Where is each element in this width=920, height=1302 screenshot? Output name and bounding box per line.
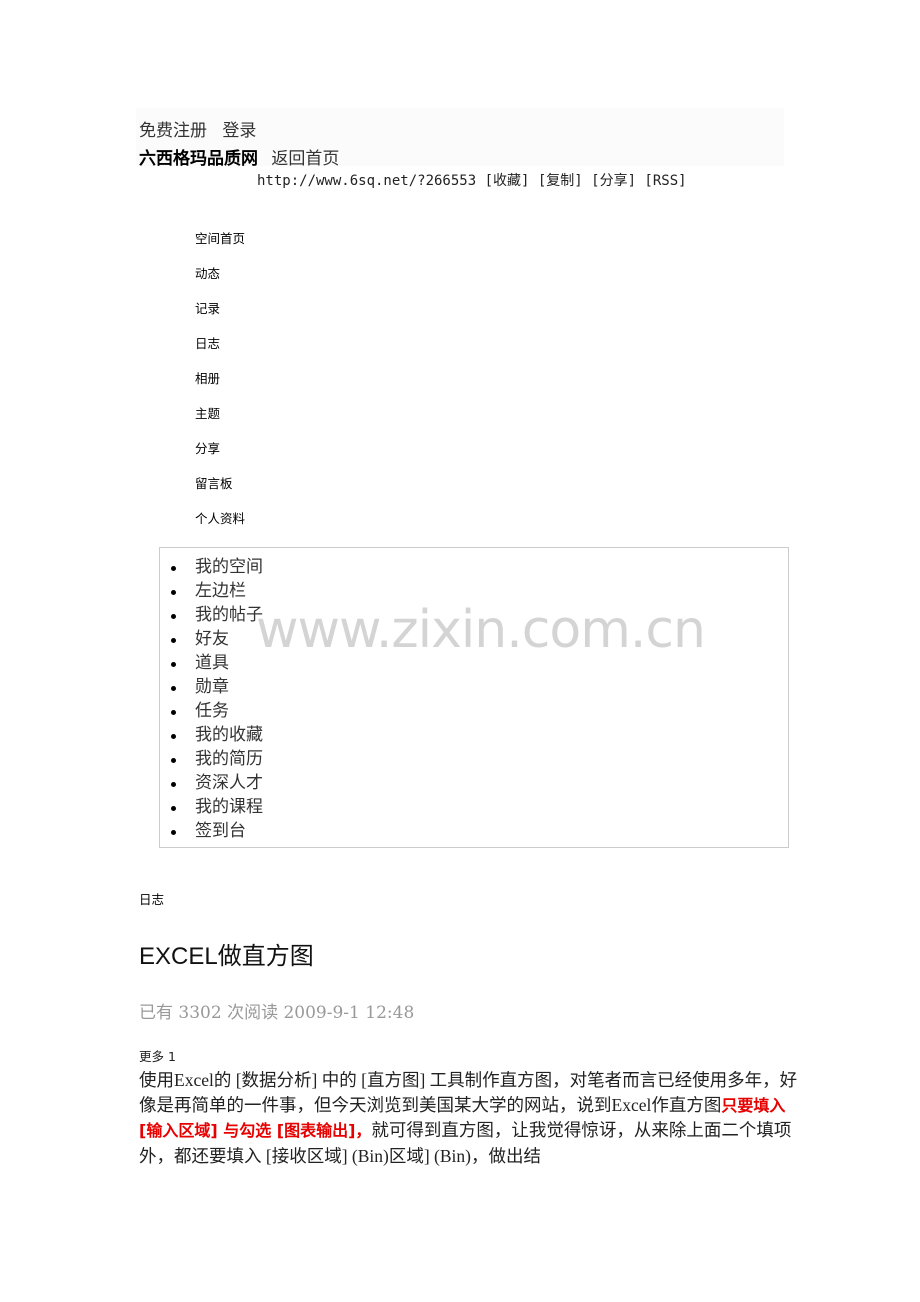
nav-item-album[interactable]: 相册 [195,370,245,405]
sidebar-item[interactable]: 任务 [160,699,263,723]
nav-item-activity[interactable]: 动态 [195,265,245,300]
top-links: 免费注册 登录 [139,116,266,141]
nav-item-share[interactable]: 分享 [195,440,245,475]
space-url-bar[interactable]: http://www.6sq.net/?266553 [收藏] [复制] [分享… [257,170,687,190]
sidebar-item[interactable]: 我的空间 [160,555,263,579]
nav-item-records[interactable]: 记录 [195,300,245,335]
sidebar-item[interactable]: 我的简历 [160,747,263,771]
sidebar-item[interactable]: 道具 [160,651,263,675]
back-home-link[interactable]: 返回首页 [271,149,339,169]
sidebar-item[interactable]: 好友 [160,627,263,651]
sidebar-item[interactable]: 左边栏 [160,579,263,603]
sidebar-menu: 我的空间 左边栏 我的帖子 好友 道具 勋章 任务 我的收藏 我的简历 资深人才… [159,547,789,848]
nav-item-space-home[interactable]: 空间首页 [195,230,245,265]
sidebar-item[interactable]: 我的收藏 [160,723,263,747]
site-name[interactable]: 六西格玛品质网 [139,149,258,169]
space-nav: 空间首页 动态 记录 日志 相册 主题 分享 留言板 个人资料 [195,230,245,545]
nav-item-blog[interactable]: 日志 [195,335,245,370]
post-body: 使用Excel的 [数据分析] 中的 [直方图] 工具制作直方图，对笔者而言已经… [139,1068,799,1168]
more-link[interactable]: 更多 1 [139,1046,176,1065]
sidebar-item[interactable]: 资深人才 [160,771,263,795]
login-link[interactable]: 登录 [222,121,256,141]
post-meta: 已有 3302 次阅读 2009-9-1 12:48 [139,1003,415,1023]
nav-item-profile[interactable]: 个人资料 [195,510,245,545]
post-title: EXCEL做直方图 [139,943,314,970]
sidebar-item[interactable]: 勋章 [160,675,263,699]
nav-item-guestbook[interactable]: 留言板 [195,475,245,510]
sidebar-item[interactable]: 签到台 [160,819,263,843]
sidebar-item[interactable]: 我的帖子 [160,603,263,627]
section-label: 日志 [139,892,165,907]
nav-item-topics[interactable]: 主题 [195,405,245,440]
site-line: 六西格玛品质网 返回首页 [139,144,339,169]
sidebar-item[interactable]: 我的课程 [160,795,263,819]
register-link[interactable]: 免费注册 [139,121,207,141]
post-body-text: 使用Excel的 [数据分析] 中的 [直方图] 工具制作直方图，对笔者而言已经… [139,1070,798,1115]
